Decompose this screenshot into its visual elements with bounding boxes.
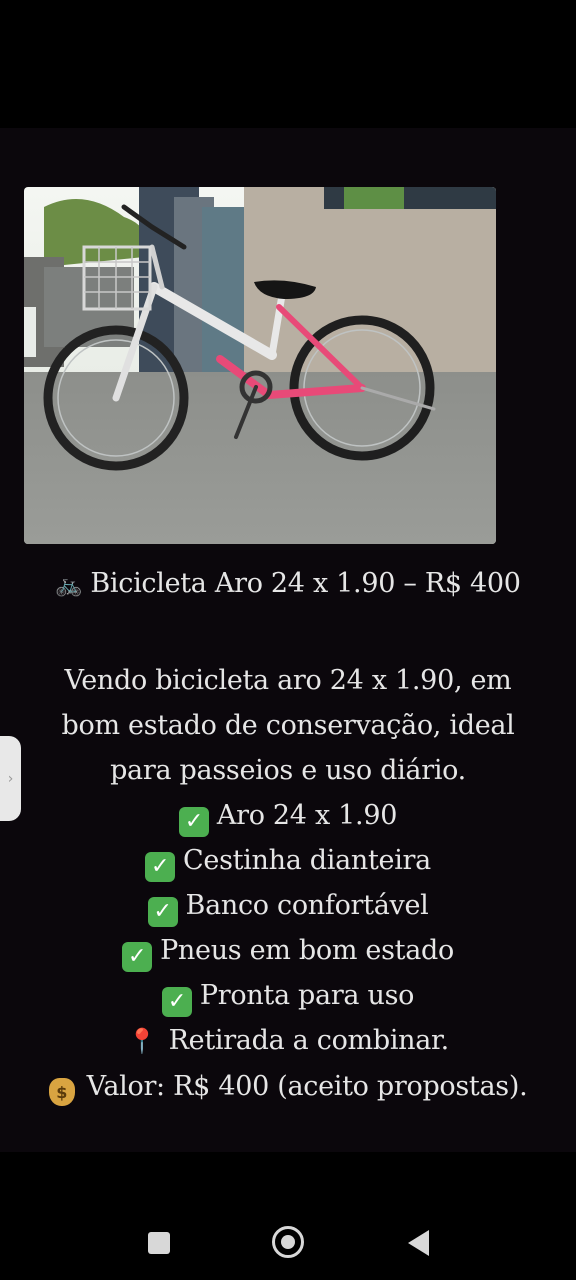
feature-item: ✓ Pronta para uso <box>40 973 536 1018</box>
feature-label: Banco confortável <box>185 890 429 921</box>
feature-label: Cestinha dianteira <box>183 845 431 876</box>
check-mark-icon: ✓ <box>178 807 209 837</box>
pickup-info: 📍 Retirada a combinar. <box>40 1018 536 1064</box>
pin-icon: 📍 <box>127 1027 157 1055</box>
home-button[interactable] <box>272 1226 304 1258</box>
chevron-right-icon: › <box>7 770 14 787</box>
post-description: Vendo bicicleta aro 24 x 1.90, em bom es… <box>40 658 536 1109</box>
description-line: bom estado de conservação, ideal <box>61 710 515 741</box>
post-title: 🚲 Bicicleta Aro 24 x 1.90 – R$ 400 <box>0 568 576 599</box>
status-bar-area <box>0 0 576 128</box>
post-title-text: Bicicleta Aro 24 x 1.90 – R$ 400 <box>90 568 521 599</box>
feature-item: ✓ Pneus em bom estado <box>40 928 536 973</box>
recent-apps-button[interactable] <box>148 1232 170 1254</box>
price-info: $ Valor: R$ 400 (aceito propostas). <box>40 1064 536 1109</box>
money-bag-icon: $ <box>48 1078 75 1106</box>
back-button[interactable] <box>408 1230 429 1256</box>
post-content: 🚲 Bicicleta Aro 24 x 1.90 – R$ 400 Vendo … <box>0 128 576 1152</box>
bicycle-icon: 🚲 <box>55 573 83 598</box>
price-label: Valor: R$ 400 (aceito propostas). <box>86 1071 528 1102</box>
feature-item: ✓ Cestinha dianteira <box>40 838 536 883</box>
check-mark-icon: ✓ <box>145 852 176 882</box>
description-line: Vendo bicicleta aro 24 x 1.90, em <box>64 665 512 696</box>
feature-label: Pneus em bom estado <box>160 935 454 966</box>
check-mark-icon: ✓ <box>122 942 153 972</box>
feature-label: Aro 24 x 1.90 <box>216 800 398 831</box>
feature-item: ✓ Banco confortável <box>40 883 536 928</box>
feature-label: Pronta para uso <box>199 980 415 1011</box>
check-mark-icon: ✓ <box>161 987 192 1017</box>
description-line: para passeios e uso diário. <box>110 755 466 786</box>
bicycle-photo[interactable] <box>24 187 496 544</box>
check-mark-icon: ✓ <box>147 897 178 927</box>
feature-item: ✓ Aro 24 x 1.90 <box>40 793 536 838</box>
navigation-bar <box>0 1152 576 1280</box>
pickup-label: Retirada a combinar. <box>168 1025 450 1056</box>
side-panel-handle[interactable]: › <box>0 736 21 821</box>
